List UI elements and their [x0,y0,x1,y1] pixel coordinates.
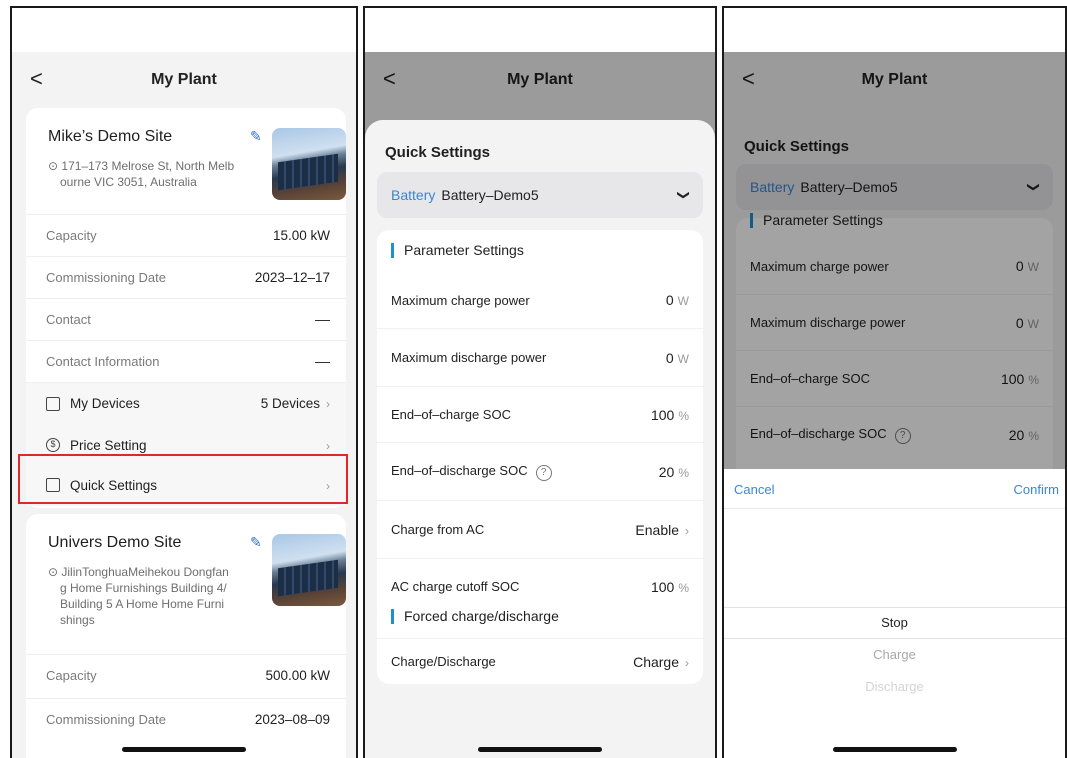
picker-option-stop[interactable]: Stop [724,615,1065,630]
chevron-right-icon: › [685,655,689,670]
section-forced-charge-discharge: Forced charge/discharge [391,608,559,624]
param-charge-from-ac[interactable]: Charge from AC Enable › [377,500,703,558]
site-name: Mike’s Demo Site [48,128,173,145]
chevron-right-icon: › [326,438,330,453]
commissioning-date-row: Commissioning Date 2023–12–17 [26,256,346,298]
picker-option-charge[interactable]: Charge [724,647,1065,662]
screen-quick-settings: < My Plant Quick Settings Battery Battery… [363,6,717,758]
devices-icon [46,396,60,411]
cancel-button[interactable]: Cancel [734,482,774,497]
param-end-of-charge-soc[interactable]: End–of–charge SOC 100% [377,386,703,442]
chevron-down-icon: ❯ [676,189,691,201]
param-end-of-discharge-soc[interactable]: End–of–discharge SOC? 20% [377,442,703,500]
nav-bar: < My Plant [12,52,356,108]
menu-my-devices[interactable]: My Devices 5 Devices › [26,382,346,424]
site-card-mike: Mike’s Demo Site ✎ ⊙ 171–173 Melrose St,… [26,108,346,508]
contact-information-row: Contact Information –– [26,340,346,382]
param-charge-discharge[interactable]: Charge/Discharge Charge › [377,638,703,684]
home-indicator [478,747,602,752]
help-icon[interactable]: ? [535,464,552,481]
param-max-discharge-power[interactable]: Maximum discharge power 0 W [377,328,703,386]
picker-option-discharge[interactable]: Discharge [724,679,1065,694]
chevron-right-icon: › [326,397,330,411]
section-parameter-settings: Parameter Settings [391,242,524,258]
chevron-right-icon: › [685,523,689,538]
home-indicator [832,747,957,752]
home-indicator [122,747,246,752]
quick-settings-highlight [18,454,348,504]
location-icon: ⊙ [48,565,62,579]
screen-charge-discharge-picker: < My Plant Quick Settings Battery Battery… [722,6,1067,758]
site-card-univers: Univers Demo Site ✎ ⊙ JilinTonghuaMeihek… [26,514,346,758]
confirm-button[interactable]: Confirm [1013,482,1059,497]
screen-my-plant: < My Plant Mike’s Demo Site ✎ ⊙ 171–173 … [10,6,358,758]
location-icon: ⊙ [48,159,62,173]
edit-icon[interactable]: ✎ [250,128,262,145]
dollar-icon: $ [46,438,60,452]
quick-settings-sheet: Quick Settings Battery Battery–Demo5 ❯ Pa… [365,120,715,758]
param-ac-charge-cutoff-soc[interactable]: AC charge cutoff SOC 100% [377,558,703,614]
commissioning-date-row: Commissioning Date 2023–08–09 [26,698,346,740]
capacity-row: Capacity 15.00 kW [26,214,346,256]
sheet-title: Quick Settings [385,144,491,161]
site-address: ⊙ 171–173 Melrose St, North Melb ourne V… [48,159,235,189]
capacity-row: Capacity 500.00 kW [26,654,346,696]
site-name: Univers Demo Site [48,534,182,551]
parameter-card: Parameter Settings Maximum charge power 0… [377,230,703,684]
battery-selector[interactable]: Battery Battery–Demo5 ❯ [377,172,703,218]
edit-icon[interactable]: ✎ [250,534,262,551]
page-title: My Plant [151,71,217,88]
site-photo [272,128,346,200]
contact-row: Contact –– [26,298,346,340]
back-icon[interactable]: < [30,66,43,92]
site-address: ⊙ JilinTonghuaMeihekou Dongfan g Home Fu… [48,565,229,627]
picker-header: Cancel Confirm [724,469,1065,509]
option-picker: Cancel Confirm Stop Charge Discharge [724,469,1065,758]
param-max-charge-power[interactable]: Maximum charge power 0 W [377,272,703,328]
site-photo [272,534,346,606]
